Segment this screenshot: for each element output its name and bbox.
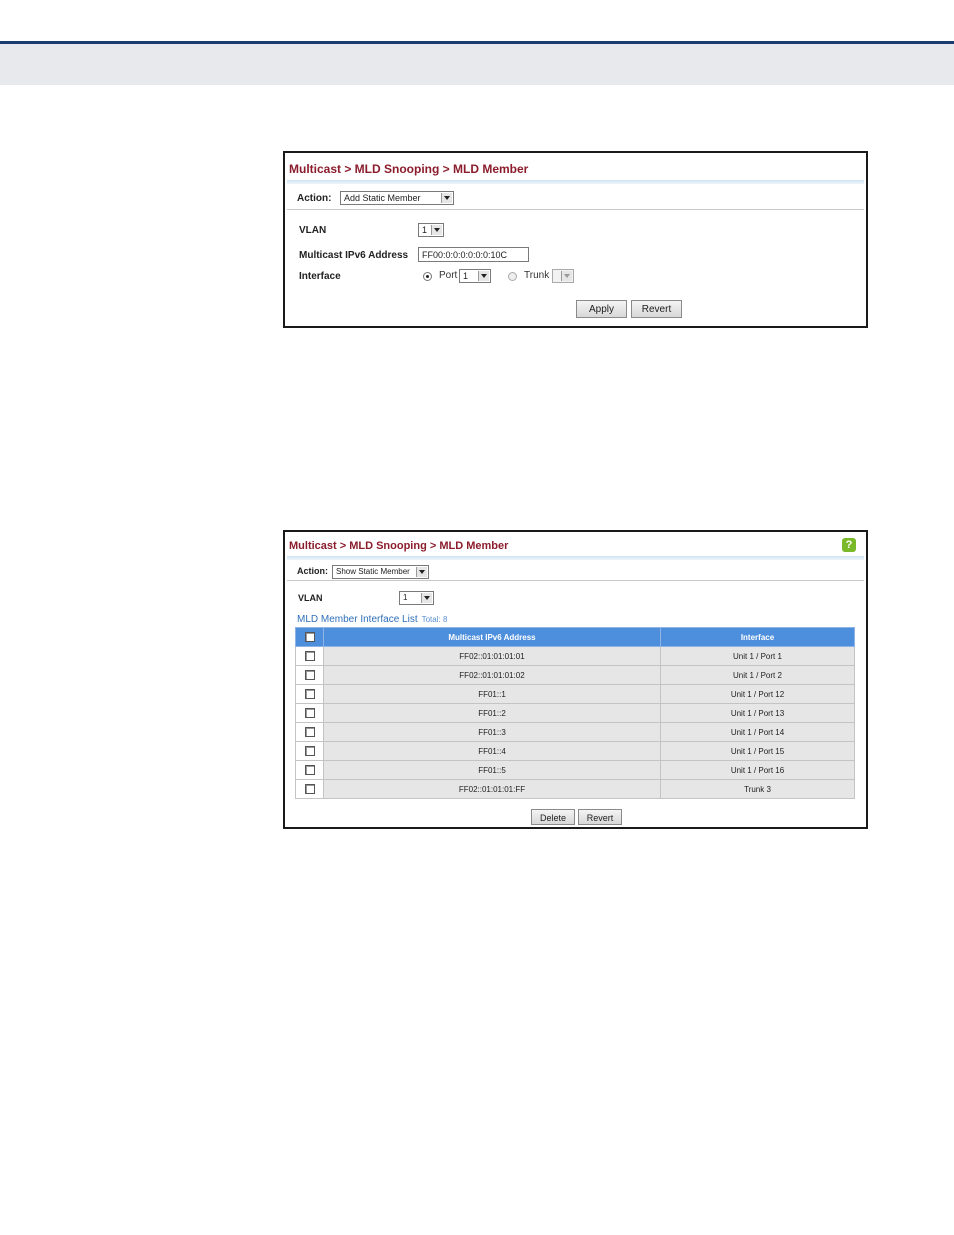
row-address: FF02::01:01:01:FF <box>323 779 661 799</box>
port-select[interactable]: 1 <box>459 269 491 283</box>
delete-button[interactable]: Delete <box>531 809 575 825</box>
row-address: FF02::01:01:01:01 <box>323 646 661 666</box>
row-select-cell <box>295 665 324 685</box>
row-address: FF01::1 <box>323 684 661 704</box>
row-checkbox[interactable] <box>304 727 315 737</box>
port-radio[interactable] <box>423 272 432 281</box>
action-label: Action: <box>297 193 332 204</box>
action-select-value: Show Static Member <box>336 567 410 576</box>
row-address: FF01::3 <box>323 722 661 742</box>
row-interface: Unit 1 / Port 14 <box>660 722 855 742</box>
ipv6-address-input[interactable] <box>418 247 529 262</box>
breadcrumb: Multicast > MLD Snooping > MLD Member <box>289 540 509 552</box>
interface-label: Interface <box>299 271 341 282</box>
column-header-interface: Interface <box>660 627 855 647</box>
total-count: Total: 8 <box>421 615 448 624</box>
row-interface: Unit 1 / Port 12 <box>660 684 855 704</box>
port-radio-label: Port <box>439 270 458 281</box>
vlan-label: VLAN <box>299 225 327 236</box>
list-title: MLD Member Interface List Total: 8 <box>297 614 447 625</box>
add-static-member-panel: Multicast > MLD Snooping > MLD Member Ac… <box>283 151 868 328</box>
row-checkbox[interactable] <box>304 689 315 699</box>
chevron-down-icon <box>478 271 489 281</box>
column-header-address: Multicast IPv6 Address <box>323 627 661 647</box>
row-interface: Unit 1 / Port 1 <box>660 646 855 666</box>
show-static-member-panel: Multicast > MLD Snooping > MLD Member ? … <box>283 530 868 829</box>
row-select-cell <box>295 760 324 780</box>
row-interface: Unit 1 / Port 15 <box>660 741 855 761</box>
table-row: FF01::3 Unit 1 / Port 14 <box>295 722 855 742</box>
trunk-select[interactable] <box>552 269 574 283</box>
table-row: FF02::01:01:01:FF Trunk 3 <box>295 779 855 799</box>
table-row: FF01::4 Unit 1 / Port 15 <box>295 741 855 761</box>
row-checkbox[interactable] <box>304 670 315 680</box>
trunk-radio[interactable] <box>508 272 517 281</box>
action-label: Action: <box>297 566 328 576</box>
row-address: FF01::2 <box>323 703 661 723</box>
row-select-cell <box>295 741 324 761</box>
row-select-cell <box>295 684 324 704</box>
row-select-cell <box>295 722 324 742</box>
chevron-down-icon <box>441 193 452 203</box>
port-select-value: 1 <box>463 271 469 281</box>
title-divider <box>287 556 864 560</box>
trunk-radio-label: Trunk <box>524 270 550 281</box>
vlan-select[interactable]: 1 <box>418 223 444 237</box>
row-checkbox[interactable] <box>304 765 315 775</box>
vlan-select-value: 1 <box>403 593 408 602</box>
action-select-value: Add Static Member <box>344 193 421 203</box>
table-row: FF01::2 Unit 1 / Port 13 <box>295 703 855 723</box>
row-address: FF01::5 <box>323 760 661 780</box>
select-all-cell <box>295 627 324 647</box>
section-divider <box>287 580 864 581</box>
vlan-label: VLAN <box>298 593 323 603</box>
table-row: FF02::01:01:01:02 Unit 1 / Port 2 <box>295 665 855 685</box>
row-address: FF02::01:01:01:02 <box>323 665 661 685</box>
row-checkbox[interactable] <box>304 784 315 794</box>
row-checkbox[interactable] <box>304 746 315 756</box>
page-header-band <box>0 41 954 85</box>
row-interface: Unit 1 / Port 16 <box>660 760 855 780</box>
table-row: FF01::5 Unit 1 / Port 16 <box>295 760 855 780</box>
row-select-cell <box>295 646 324 666</box>
row-interface: Unit 1 / Port 2 <box>660 665 855 685</box>
vlan-select-value: 1 <box>422 225 428 235</box>
section-divider <box>287 209 864 210</box>
row-address: FF01::4 <box>323 741 661 761</box>
member-table: Multicast IPv6 Address Interface FF02::0… <box>295 627 855 799</box>
row-interface: Unit 1 / Port 13 <box>660 703 855 723</box>
row-checkbox[interactable] <box>304 651 315 661</box>
row-checkbox[interactable] <box>304 708 315 718</box>
revert-button[interactable]: Revert <box>578 809 622 825</box>
action-select[interactable]: Add Static Member <box>340 191 454 205</box>
ipv6-address-label: Multicast IPv6 Address <box>299 250 409 261</box>
apply-button[interactable]: Apply <box>576 300 627 318</box>
select-all-checkbox[interactable] <box>304 632 315 642</box>
row-select-cell <box>295 779 324 799</box>
chevron-down-icon <box>561 271 572 281</box>
list-title-text: MLD Member Interface List <box>297 614 418 625</box>
help-icon[interactable]: ? <box>842 538 856 552</box>
title-divider <box>287 180 864 184</box>
revert-button[interactable]: Revert <box>631 300 682 318</box>
table-row: FF02::01:01:01:01 Unit 1 / Port 1 <box>295 646 855 666</box>
table-header-row: Multicast IPv6 Address Interface <box>295 627 855 647</box>
chevron-down-icon <box>416 567 427 577</box>
action-select[interactable]: Show Static Member <box>332 565 429 579</box>
row-interface: Trunk 3 <box>660 779 855 799</box>
vlan-select[interactable]: 1 <box>399 591 434 605</box>
breadcrumb: Multicast > MLD Snooping > MLD Member <box>289 162 529 176</box>
chevron-down-icon <box>421 593 432 603</box>
chevron-down-icon <box>431 225 442 235</box>
table-row: FF01::1 Unit 1 / Port 12 <box>295 684 855 704</box>
row-select-cell <box>295 703 324 723</box>
